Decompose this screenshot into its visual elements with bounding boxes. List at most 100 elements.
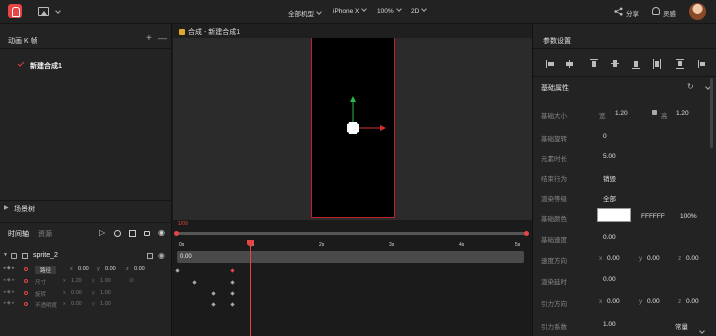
y-input[interactable]: 0.00	[647, 255, 660, 262]
x-value[interactable]: 0.00	[78, 266, 89, 272]
scrubber-start-handle[interactable]	[174, 231, 179, 236]
scrollbar[interactable]	[710, 78, 713, 148]
avatar[interactable]	[689, 3, 706, 20]
link-icon[interactable]: ⊘	[129, 277, 134, 284]
scene-tree-label: 场景树	[14, 206, 35, 213]
playhead-line[interactable]	[250, 244, 251, 336]
document-tab[interactable]: 合成 - 新建合成1	[173, 24, 532, 38]
composition-item-label: 新建合成1	[30, 63, 62, 70]
sprite-track-bar[interactable]: 0.00	[177, 251, 524, 263]
keyframe-nav-icon[interactable]: ◂ ◆ ▸	[3, 300, 15, 306]
x-value[interactable]: 0.00	[71, 301, 82, 307]
end-behavior-select[interactable]: 销毁	[603, 173, 616, 183]
y-input[interactable]: 0.00	[647, 298, 660, 305]
reset-icon[interactable]: ↻	[687, 82, 694, 91]
zoom-select[interactable]: 100%	[377, 6, 402, 15]
prop-label: 元素时长	[541, 156, 567, 163]
add-icon[interactable]: +	[146, 33, 152, 44]
tab-resources[interactable]: 资源	[38, 229, 52, 239]
sprite-lock-icon[interactable]	[147, 253, 153, 259]
app-logo-icon[interactable]	[8, 4, 22, 18]
keyframe-nav-icon[interactable]: ◂ ◆ ▸	[3, 265, 15, 271]
x-label: x	[599, 298, 603, 305]
keyframe-toggle-icon[interactable]	[24, 302, 28, 306]
device-filter-select[interactable]: 全部机型	[288, 8, 322, 18]
keyframe-toggle-icon[interactable]	[24, 267, 28, 271]
color-swatch[interactable]	[597, 208, 631, 222]
bulb-icon[interactable]	[652, 7, 660, 15]
rotation-input[interactable]: 0	[603, 133, 607, 140]
z-value[interactable]: 0.00	[134, 266, 145, 272]
inspiration-button[interactable]: 灵感	[663, 8, 676, 18]
lock-ratio-icon[interactable]	[652, 110, 657, 115]
y-value[interactable]: 1.00	[100, 301, 111, 307]
device-label: iPhone X	[333, 8, 360, 15]
time-ruler[interactable]: 0s 1s 2s 3s 4s 5s	[173, 238, 532, 250]
scrubber-end-handle[interactable]	[524, 231, 529, 236]
record-icon[interactable]	[114, 230, 121, 237]
gravity-input[interactable]: 1.00	[603, 321, 616, 328]
keyframe-toggle-icon[interactable]	[24, 279, 28, 283]
z-label: z	[678, 298, 682, 305]
lock-icon[interactable]	[144, 231, 150, 236]
collapse-icon[interactable]: —	[158, 33, 167, 43]
image-icon[interactable]	[38, 7, 49, 16]
keyframe-nav-icon[interactable]: ◂ ◆ ▸	[3, 289, 15, 295]
z-input[interactable]: 0.00	[686, 298, 699, 305]
sprite-row[interactable]: ▼ sprite_2 ◉	[0, 251, 172, 262]
document-tab-title: 合成 - 新建合成1	[188, 29, 241, 36]
play-icon[interactable]: ▷	[99, 228, 105, 237]
track-row[interactable]: ◂ ◆ ▸ 不透明度 x 0.00 y 1.00	[0, 300, 172, 309]
x-label: x	[63, 301, 66, 307]
x-value[interactable]: 0.00	[71, 290, 82, 296]
z-input[interactable]: 0.00	[686, 255, 699, 262]
divider	[533, 48, 716, 49]
track-row[interactable]: ◂ ◆ ▸ 尺寸 x 1.20 y 1.00 ⊘	[0, 277, 172, 286]
zoom-label: 100%	[377, 8, 394, 15]
y-label: y	[92, 290, 95, 296]
share-icon[interactable]	[614, 7, 623, 16]
sprite-icon	[22, 253, 28, 259]
sprite-eye-icon[interactable]: ◉	[158, 251, 165, 260]
keyframe-toggle-icon[interactable]	[24, 291, 28, 295]
keyframe-nav-icon[interactable]: ◂ ◆ ▸	[3, 277, 15, 283]
gravity-mode-select[interactable]: 常量	[675, 321, 688, 331]
x-input[interactable]: 0.00	[607, 255, 620, 262]
divider	[0, 222, 172, 223]
check-icon	[17, 60, 25, 67]
transform-gizmo[interactable]	[338, 94, 388, 140]
eye-icon[interactable]: ◉	[158, 228, 165, 237]
render-level-select[interactable]: 全部	[603, 193, 616, 203]
scene-tree-toggle[interactable]: ▶ 场景树	[0, 203, 172, 215]
height-input[interactable]: 1.20	[676, 110, 689, 117]
prop-label: 引力系数	[541, 324, 567, 331]
width-input[interactable]: 1.20	[615, 110, 628, 117]
x-value[interactable]: 1.20	[71, 278, 82, 284]
x-input[interactable]: 0.00	[607, 298, 620, 305]
x-label: x	[599, 255, 603, 262]
delay-input[interactable]: 0.00	[603, 276, 616, 283]
track-row[interactable]: ◂ ◆ ▸ 旋转 x 0.00 y 1.00	[0, 289, 172, 298]
track-row[interactable]: ◂ ◆ ▸ 路径 x 0.00 y 0.00 z 0.00	[0, 265, 172, 274]
stop-icon[interactable]	[129, 230, 136, 237]
scrubber-track[interactable]	[175, 232, 529, 235]
mode-select[interactable]: 2D	[411, 6, 428, 15]
tab-timeline[interactable]: 时间轴	[8, 229, 29, 239]
speed-input[interactable]: 0.00	[603, 234, 616, 241]
color-hex-input[interactable]: FFFFFF	[641, 213, 665, 220]
prop-label: 引力方向	[541, 301, 567, 308]
y-value[interactable]: 1.00	[100, 290, 111, 296]
device-select[interactable]: iPhone X	[333, 6, 368, 15]
caret-down-icon: ▼	[3, 252, 8, 258]
align-toolbar[interactable]	[546, 59, 706, 69]
y-value[interactable]: 1.00	[100, 278, 111, 284]
color-alpha-input[interactable]: 100%	[680, 213, 697, 220]
y-value[interactable]: 0.00	[105, 266, 116, 272]
duration-input[interactable]: 5.00	[603, 153, 616, 160]
tick-label: 4s	[459, 242, 465, 248]
y-label: y	[97, 266, 100, 272]
composition-item[interactable]: 新建合成1	[0, 58, 172, 72]
y-label: y	[639, 255, 643, 262]
chevron-down-icon[interactable]	[55, 8, 61, 14]
share-button[interactable]: 分享	[626, 8, 639, 18]
